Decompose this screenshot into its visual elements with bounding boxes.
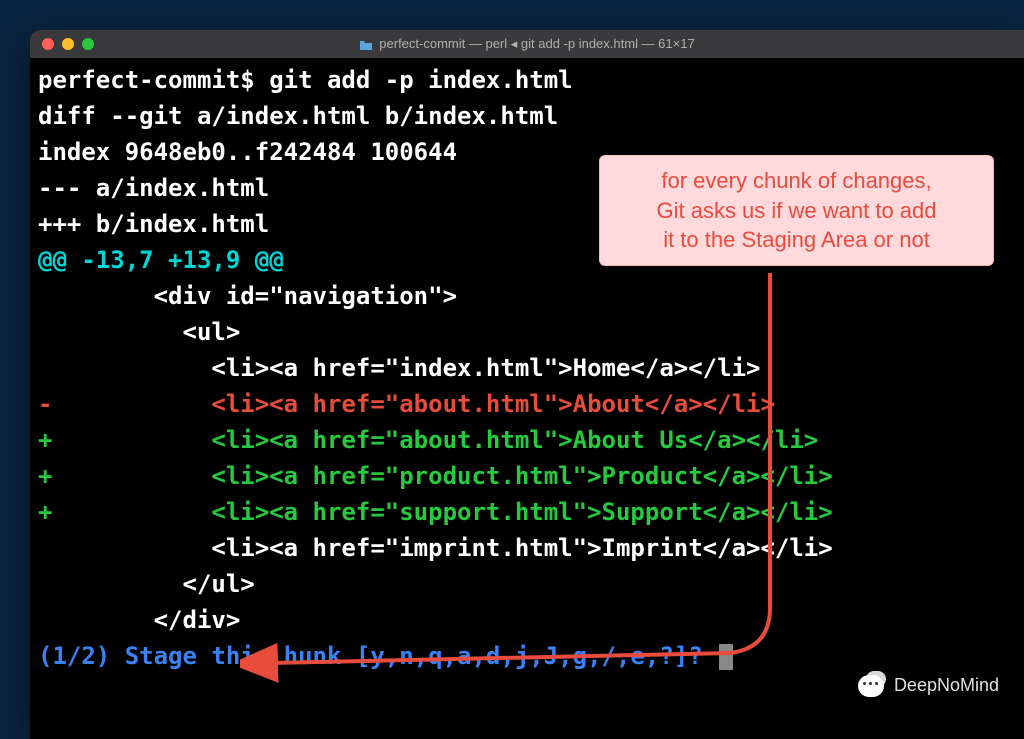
stage-prompt: (1/2) Stage this hunk [y,n,q,a,d,j,J,g,/…: [38, 642, 717, 670]
annotation-callout: for every chunk of changes, Git asks us …: [599, 155, 994, 266]
context-line: </ul>: [38, 570, 255, 598]
window-titlebar: perfect-commit — perl ◂ git add -p index…: [30, 30, 1024, 58]
watermark: DeepNoMind: [854, 671, 999, 699]
deleted-line: - <li><a href="about.html">About</a></li…: [38, 390, 775, 418]
context-line: <div id="navigation">: [38, 282, 457, 310]
diff-header: diff --git a/index.html b/index.html: [38, 102, 558, 130]
to-file: +++ b/index.html: [38, 210, 269, 238]
from-file: --- a/index.html: [38, 174, 269, 202]
context-line: </div>: [38, 606, 240, 634]
window-controls: [30, 38, 94, 50]
terminal-window: perfect-commit — perl ◂ git add -p index…: [30, 30, 1024, 739]
minimize-button[interactable]: [62, 38, 74, 50]
maximize-button[interactable]: [82, 38, 94, 50]
terminal-content[interactable]: perfect-commit$ git add -p index.html di…: [30, 58, 1024, 678]
index-line: index 9648eb0..f242484 100644: [38, 138, 457, 166]
prompt: perfect-commit$: [38, 66, 269, 94]
command: git add -p index.html: [269, 66, 572, 94]
chat-icon: [854, 671, 886, 699]
cursor: [719, 644, 733, 670]
added-line: + <li><a href="support.html">Support</a>…: [38, 498, 833, 526]
folder-icon: [359, 39, 373, 50]
context-line: <li><a href="index.html">Home</a></li>: [38, 354, 760, 382]
callout-line: it to the Staging Area or not: [616, 225, 977, 255]
close-button[interactable]: [42, 38, 54, 50]
window-title-text: perfect-commit — perl ◂ git add -p index…: [379, 36, 694, 52]
watermark-text: DeepNoMind: [894, 675, 999, 696]
context-line: <li><a href="imprint.html">Imprint</a></…: [38, 534, 833, 562]
added-line: + <li><a href="product.html">Product</a>…: [38, 462, 833, 490]
callout-line: Git asks us if we want to add: [616, 196, 977, 226]
hunk-header: @@ -13,7 +13,9 @@: [38, 246, 284, 274]
callout-line: for every chunk of changes,: [616, 166, 977, 196]
added-line: + <li><a href="about.html">About Us</a><…: [38, 426, 818, 454]
window-title: perfect-commit — perl ◂ git add -p index…: [30, 36, 1024, 52]
context-line: <ul>: [38, 318, 240, 346]
